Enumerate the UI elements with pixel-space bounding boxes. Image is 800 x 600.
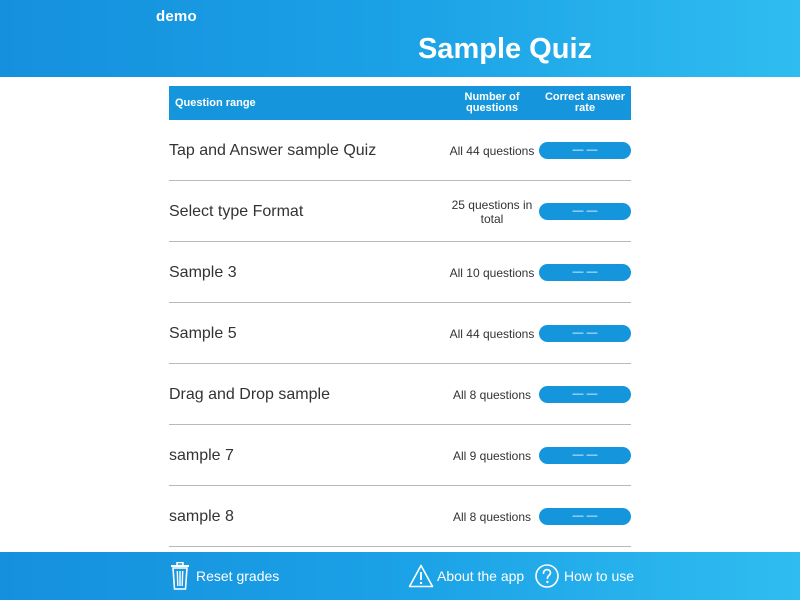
app-name: demo bbox=[156, 8, 197, 25]
column-header-rate-line2: rate bbox=[574, 102, 596, 114]
quiz-name: sample 7 bbox=[169, 447, 234, 464]
trash-icon bbox=[171, 562, 189, 590]
question-count-line1: All 8 questions bbox=[452, 509, 532, 524]
correct-rate-badge: — — bbox=[539, 508, 631, 525]
question-count-line1: All 44 questions bbox=[449, 143, 535, 158]
quiz-row[interactable]: Sample 3 All 10 questions — — bbox=[169, 242, 631, 303]
reset-grades-label: Reset grades bbox=[196, 568, 280, 584]
footer-toolbar: Reset grades About the app How to use bbox=[0, 552, 800, 600]
quiz-row[interactable]: sample 7 All 9 questions — — bbox=[169, 425, 631, 486]
quiz-row[interactable]: Drag and Drop sample All 8 questions — — bbox=[169, 364, 631, 425]
question-count-line2: total bbox=[480, 211, 504, 226]
table-header: Question range Number of questions Corre… bbox=[169, 86, 631, 120]
question-count: All 10 questions bbox=[449, 242, 535, 303]
page-title: Sample Quiz bbox=[417, 33, 593, 65]
correct-rate-badge: — — bbox=[539, 325, 631, 342]
about-app-label: About the app bbox=[437, 568, 525, 584]
quiz-name: Drag and Drop sample bbox=[169, 386, 330, 403]
warning-icon bbox=[408, 564, 434, 588]
column-header-count: Number of questions bbox=[456, 92, 528, 114]
how-to-use-button[interactable]: How to use bbox=[535, 552, 634, 600]
correct-rate-badge: — — bbox=[539, 142, 631, 159]
question-count-line1: All 44 questions bbox=[449, 326, 535, 341]
correct-rate-badge: — — bbox=[539, 386, 631, 403]
reset-grades-button[interactable]: Reset grades bbox=[170, 552, 279, 600]
quiz-name: Sample 3 bbox=[169, 264, 237, 281]
question-icon bbox=[535, 564, 559, 588]
how-to-use-label: How to use bbox=[564, 568, 635, 584]
quiz-row[interactable]: Tap and Answer sample Quiz All 44 questi… bbox=[169, 120, 631, 181]
quiz-list: Tap and Answer sample Quiz All 44 questi… bbox=[169, 120, 631, 547]
quiz-name: sample 8 bbox=[169, 508, 234, 525]
column-header-count-line2: questions bbox=[466, 102, 518, 114]
question-count-line1: 25 questions in bbox=[451, 197, 533, 212]
question-count: All 8 questions bbox=[449, 486, 535, 547]
question-count-line1: All 8 questions bbox=[452, 387, 532, 402]
quiz-row[interactable]: Select type Format 25 questions in total … bbox=[169, 181, 631, 242]
correct-rate-badge: — — bbox=[539, 203, 631, 220]
question-count-line1: All 10 questions bbox=[449, 265, 535, 280]
column-header-range: Question range bbox=[175, 97, 256, 109]
quiz-row[interactable]: Sample 5 All 44 questions — — bbox=[169, 303, 631, 364]
quiz-name: Tap and Answer sample Quiz bbox=[169, 142, 377, 159]
question-count: All 44 questions bbox=[449, 120, 535, 181]
quiz-row[interactable]: sample 8 All 8 questions — — bbox=[169, 486, 631, 547]
about-app-button[interactable]: About the app bbox=[408, 552, 524, 600]
question-count: All 8 questions bbox=[449, 364, 535, 425]
app-header: demo Sample Quiz bbox=[0, 0, 800, 77]
correct-rate-badge: — — bbox=[539, 264, 631, 281]
question-count-line1: All 9 questions bbox=[452, 448, 532, 463]
question-count: 25 questions in total bbox=[449, 181, 535, 242]
question-count: All 44 questions bbox=[449, 303, 535, 364]
quiz-name: Sample 5 bbox=[169, 325, 237, 342]
quiz-name: Select type Format bbox=[169, 203, 304, 220]
correct-rate-badge: — — bbox=[539, 447, 631, 464]
question-count: All 9 questions bbox=[449, 425, 535, 486]
column-header-rate: Correct answer rate bbox=[541, 92, 629, 114]
